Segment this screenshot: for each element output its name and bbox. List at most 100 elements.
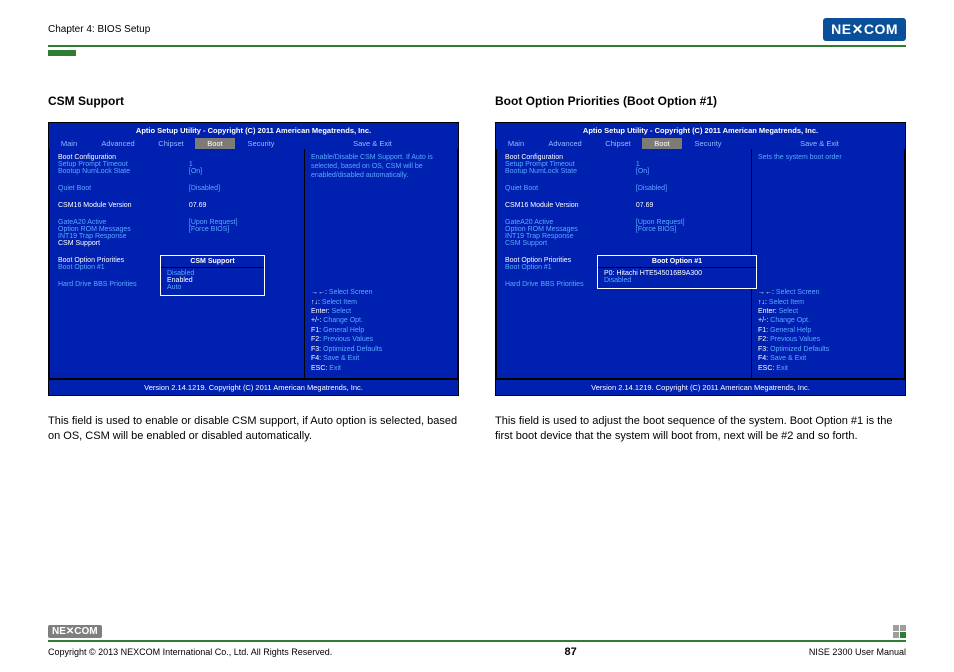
bios-tab-save-exit[interactable]: Save & Exit bbox=[734, 138, 905, 149]
bios-row[interactable]: Option ROM Messages[Force BIOS] bbox=[58, 226, 296, 233]
bios-row-label: Option ROM Messages bbox=[505, 226, 636, 233]
popup-option[interactable]: Auto bbox=[167, 284, 258, 291]
bios-row[interactable]: Boot Configuration bbox=[58, 154, 296, 161]
bios-row-value: [Upon Request] bbox=[636, 219, 685, 226]
bios-tab-save-exit[interactable]: Save & Exit bbox=[287, 138, 458, 149]
bios-row[interactable]: CSM16 Module Version07.69 bbox=[505, 202, 743, 209]
right-column: Boot Option Priorities (Boot Option #1) … bbox=[495, 94, 906, 444]
help-key-row: →←: Select Screen bbox=[311, 288, 451, 297]
bios-popup: Boot Option #1P0: Hitachi HTE545016B9A30… bbox=[597, 255, 757, 289]
bios-row-value: [Force BIOS] bbox=[636, 226, 676, 233]
bios-row-label: Bootup NumLock State bbox=[58, 168, 189, 175]
bios-row-label: CSM Support bbox=[505, 240, 636, 247]
bios-body: Boot ConfigurationSetup Prompt Timeout1B… bbox=[496, 149, 905, 379]
bios-menu: MainAdvancedChipsetBootSecuritySave & Ex… bbox=[496, 138, 905, 149]
help-text: Sets the system boot order bbox=[758, 154, 898, 163]
popup-option[interactable]: Enabled bbox=[167, 277, 258, 284]
bios-row-label: CSM16 Module Version bbox=[505, 202, 636, 209]
help-key-row: F1: General Help bbox=[311, 326, 451, 335]
bios-row[interactable]: INT19 Trap Response bbox=[505, 233, 743, 240]
bios-row[interactable]: Setup Prompt Timeout1 bbox=[58, 161, 296, 168]
bios-tab-chipset[interactable]: Chipset bbox=[594, 138, 642, 149]
bios-row[interactable]: Bootup NumLock State[On] bbox=[505, 168, 743, 175]
bios-row-label: Option ROM Messages bbox=[58, 226, 189, 233]
bios-title-bar: Aptio Setup Utility - Copyright (C) 2011… bbox=[49, 123, 458, 138]
help-key-row: F1: General Help bbox=[758, 326, 898, 335]
bios-row[interactable]: GateA20 Active[Upon Request] bbox=[505, 219, 743, 226]
tab-mark bbox=[48, 50, 76, 56]
bios-row[interactable]: INT19 Trap Response bbox=[58, 233, 296, 240]
bios-menu: MainAdvancedChipsetBootSecuritySave & Ex… bbox=[49, 138, 458, 149]
help-key-row: ESC: Exit bbox=[311, 364, 451, 373]
bios-left: Aptio Setup Utility - Copyright (C) 2011… bbox=[48, 122, 459, 396]
bios-row-label: INT19 Trap Response bbox=[505, 233, 636, 240]
bios-spacer bbox=[58, 192, 296, 202]
help-key-row: Enter: Select bbox=[758, 307, 898, 316]
bios-tab-chipset[interactable]: Chipset bbox=[147, 138, 195, 149]
bios-tab-main[interactable]: Main bbox=[49, 138, 89, 149]
footer-squares-icon bbox=[893, 625, 906, 638]
bios-row-value: [On] bbox=[636, 168, 649, 175]
bios-row-value: [Disabled] bbox=[636, 185, 667, 192]
help-key-row: +/-: Change Opt. bbox=[311, 316, 451, 325]
help-key-row: +/-: Change Opt. bbox=[758, 316, 898, 325]
bios-row[interactable]: Boot Configuration bbox=[505, 154, 743, 161]
popup-option[interactable]: P0: Hitachi HTE545016B9A300 bbox=[604, 270, 750, 277]
footer-doc: NISE 2300 User Manual bbox=[809, 647, 906, 657]
bios-row[interactable]: Quiet Boot[Disabled] bbox=[505, 185, 743, 192]
bios-spacer bbox=[58, 175, 296, 185]
popup-title: Boot Option #1 bbox=[598, 256, 756, 268]
bios-row-value: 07.69 bbox=[189, 202, 207, 209]
bios-tab-advanced[interactable]: Advanced bbox=[89, 138, 147, 149]
bios-popup: CSM SupportDisabledEnabledAuto bbox=[160, 255, 265, 296]
bios-tab-security[interactable]: Security bbox=[235, 138, 287, 149]
bios-main-panel: Boot ConfigurationSetup Prompt Timeout1B… bbox=[49, 149, 305, 379]
bios-help-panel: Enable/Disable CSM Support. If Auto is s… bbox=[305, 149, 458, 379]
bios-row-label: Setup Prompt Timeout bbox=[58, 161, 189, 168]
bios-tab-main[interactable]: Main bbox=[496, 138, 536, 149]
bios-row-label: GateA20 Active bbox=[58, 219, 189, 226]
bios-row-label: Bootup NumLock State bbox=[505, 168, 636, 175]
bios-row[interactable]: Bootup NumLock State[On] bbox=[58, 168, 296, 175]
bios-row[interactable]: CSM Support bbox=[58, 240, 296, 247]
help-key-row: F4: Save & Exit bbox=[758, 354, 898, 363]
bios-spacer bbox=[58, 209, 296, 219]
help-key-row: ↑↓: Select Item bbox=[311, 298, 451, 307]
right-description: This field is used to adjust the boot se… bbox=[495, 414, 906, 444]
popup-option[interactable]: Disabled bbox=[167, 270, 258, 277]
popup-body: P0: Hitachi HTE545016B9A300Disabled bbox=[598, 268, 756, 288]
bios-footer: Version 2.14.1219. Copyright (C) 2011 Am… bbox=[496, 379, 905, 395]
bios-row[interactable]: CSM16 Module Version07.69 bbox=[58, 202, 296, 209]
help-keys: →←: Select Screen↑↓: Select ItemEnter: S… bbox=[758, 288, 898, 373]
help-keys: →←: Select Screen↑↓: Select ItemEnter: S… bbox=[311, 288, 451, 373]
bios-tab-boot[interactable]: Boot bbox=[195, 138, 235, 149]
bios-row[interactable]: Option ROM Messages[Force BIOS] bbox=[505, 226, 743, 233]
bios-tab-security[interactable]: Security bbox=[682, 138, 734, 149]
bios-row-value: [Upon Request] bbox=[189, 219, 238, 226]
bios-row-label: Boot Configuration bbox=[58, 154, 189, 161]
footer-rule bbox=[48, 640, 906, 642]
footer-logo: NE✕COM bbox=[48, 625, 102, 638]
bios-row-label: Boot Configuration bbox=[505, 154, 636, 161]
bios-row[interactable]: Quiet Boot[Disabled] bbox=[58, 185, 296, 192]
help-key-row: F2: Previous Values bbox=[311, 335, 451, 344]
chapter-title: Chapter 4: BIOS Setup bbox=[48, 24, 150, 35]
header-rule bbox=[48, 45, 906, 47]
help-key-row: Enter: Select bbox=[311, 307, 451, 316]
bios-tab-advanced[interactable]: Advanced bbox=[536, 138, 594, 149]
left-description: This field is used to enable or disable … bbox=[48, 414, 459, 444]
bios-row-label: Quiet Boot bbox=[505, 185, 636, 192]
help-key-row: F3: Optimized Defaults bbox=[311, 345, 451, 354]
bios-row[interactable]: GateA20 Active[Upon Request] bbox=[58, 219, 296, 226]
bios-tab-boot[interactable]: Boot bbox=[642, 138, 682, 149]
help-key-row: F2: Previous Values bbox=[758, 335, 898, 344]
bios-row[interactable]: CSM Support bbox=[505, 240, 743, 247]
bios-row-label: GateA20 Active bbox=[505, 219, 636, 226]
right-heading: Boot Option Priorities (Boot Option #1) bbox=[495, 94, 906, 108]
bios-row-value: [On] bbox=[189, 168, 202, 175]
bios-row[interactable]: Setup Prompt Timeout1 bbox=[505, 161, 743, 168]
bios-row-value: 07.69 bbox=[636, 202, 654, 209]
popup-option[interactable]: Disabled bbox=[604, 277, 750, 284]
brand-logo: NE✕COM bbox=[823, 18, 906, 41]
help-key-row: ↑↓: Select Item bbox=[758, 298, 898, 307]
